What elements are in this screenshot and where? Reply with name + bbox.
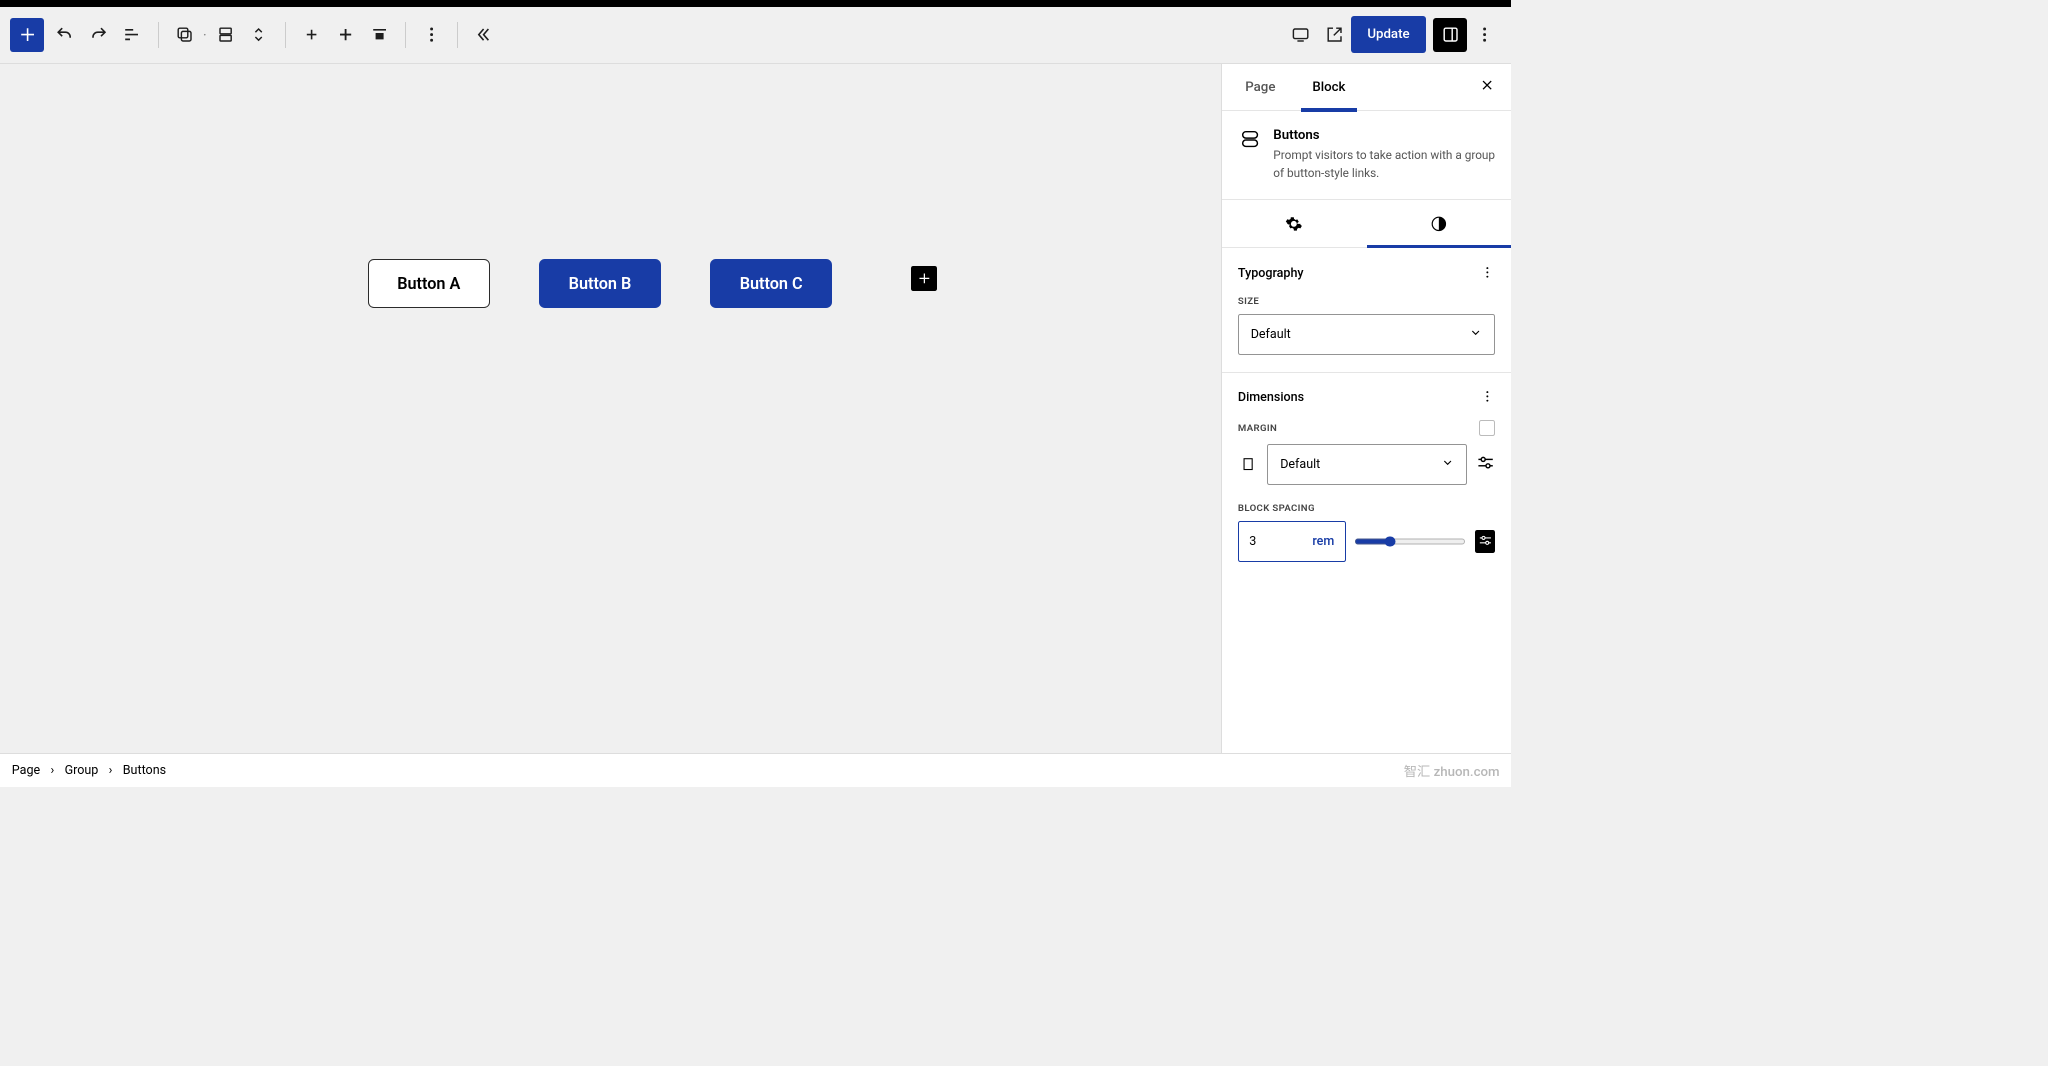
block-description: Prompt visitors to take action with a gr… (1273, 147, 1495, 182)
align-button[interactable] (362, 18, 396, 52)
settings-sidebar: Page Block Buttons Prompt visitors to ta… (1221, 64, 1512, 753)
margin-custom-button[interactable] (1476, 453, 1495, 475)
breadcrumb: Page › Group › Buttons 智汇 zhuon.com (0, 753, 1511, 787)
typography-title: Typography (1238, 266, 1304, 281)
buttons-block-icon (1238, 128, 1262, 152)
block-spacing-input[interactable]: 3 rem (1238, 521, 1346, 562)
block-spacing-value: 3 (1249, 534, 1256, 549)
watermark-text: 智汇 zhuon.com (1404, 761, 1500, 780)
margin-label: Margin (1238, 423, 1277, 434)
button-c[interactable]: Button C (710, 259, 833, 308)
block-spacing-label: Block Spacing (1238, 503, 1495, 514)
add-block-button[interactable] (10, 18, 44, 52)
view-button[interactable] (1283, 18, 1317, 52)
styles-tab[interactable] (1367, 200, 1512, 248)
dimensions-title: Dimensions (1238, 390, 1304, 405)
add-before-button[interactable] (294, 18, 328, 52)
block-spacing-slider[interactable] (1354, 536, 1465, 548)
margin-value: Default (1280, 457, 1320, 472)
preview-button[interactable] (1317, 18, 1351, 52)
dimensions-more-button[interactable] (1480, 389, 1495, 407)
collapse-toolbar-button[interactable] (467, 18, 501, 52)
block-spacing-unit: rem (1312, 534, 1334, 549)
chevron-right-icon: › (50, 763, 54, 778)
chevron-right-icon: › (109, 763, 113, 778)
margin-axis-icon (1238, 454, 1259, 475)
update-button[interactable]: Update (1351, 16, 1426, 53)
editor-canvas[interactable]: Button A Button B Button C (0, 64, 1221, 753)
button-b[interactable]: Button B (539, 259, 662, 308)
move-button[interactable] (242, 18, 276, 52)
close-sidebar-button[interactable] (1479, 77, 1495, 97)
buttons-block[interactable]: Button A Button B Button C (368, 259, 833, 308)
tab-block[interactable]: Block (1305, 64, 1353, 111)
size-label: Size (1238, 296, 1495, 307)
margin-select[interactable]: Default (1267, 444, 1467, 485)
options-button[interactable] (1467, 18, 1501, 52)
document-overview-button[interactable] (115, 18, 149, 52)
group-button[interactable] (208, 18, 242, 52)
redo-button[interactable] (81, 18, 115, 52)
chevron-down-icon (1441, 456, 1454, 473)
typography-more-button[interactable] (1480, 265, 1495, 283)
breadcrumb-group[interactable]: Group (65, 763, 99, 778)
append-block-button[interactable] (911, 266, 936, 291)
settings-panel-button[interactable] (1433, 18, 1467, 52)
breadcrumb-buttons[interactable]: Buttons (123, 763, 166, 778)
tab-page[interactable]: Page (1238, 64, 1283, 111)
add-after-button[interactable] (328, 18, 362, 52)
top-toolbar: · Update (0, 7, 1511, 65)
undo-button[interactable] (47, 18, 81, 52)
spacing-custom-button[interactable] (1475, 530, 1496, 554)
breadcrumb-page[interactable]: Page (12, 763, 40, 778)
font-size-select[interactable]: Default (1238, 314, 1495, 355)
settings-tab[interactable] (1222, 200, 1367, 248)
button-a[interactable]: Button A (368, 259, 491, 308)
margin-sides-button[interactable] (1479, 420, 1495, 436)
chevron-down-icon (1469, 326, 1482, 343)
toolbar-dot: · (203, 26, 207, 44)
font-size-value: Default (1251, 327, 1291, 342)
more-options-button[interactable] (415, 18, 449, 52)
block-title: Buttons (1273, 128, 1495, 143)
copy-button[interactable] (167, 18, 201, 52)
